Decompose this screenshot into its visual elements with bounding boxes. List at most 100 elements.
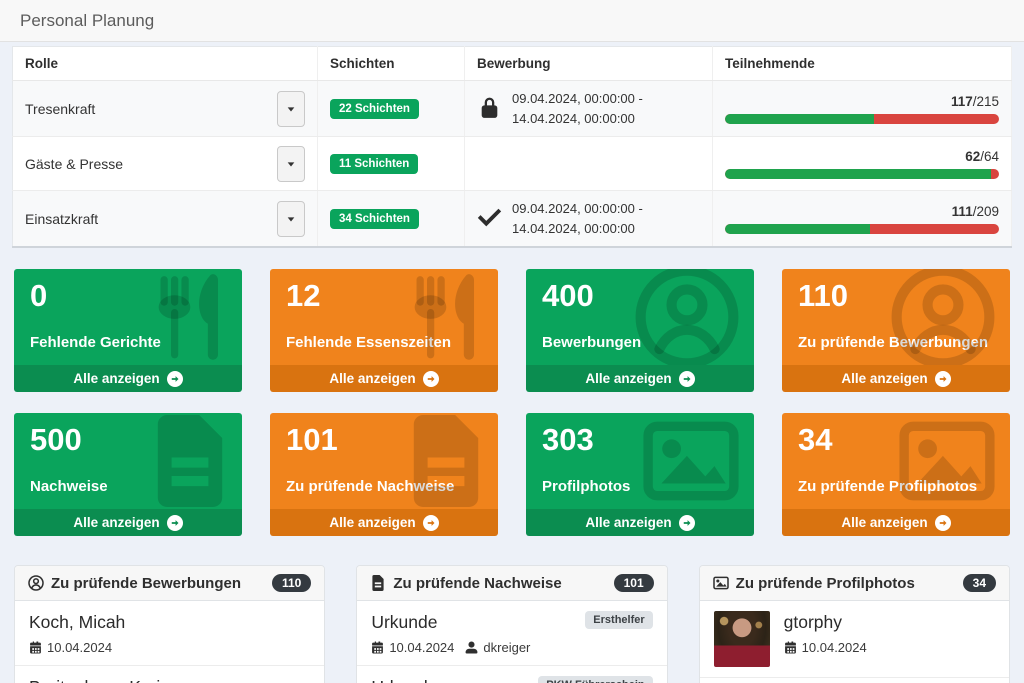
panel-list: Urkunde Ersthelfer 10.04.2024 dkreiger U…	[357, 601, 667, 683]
show-all-link[interactable]: Alle anzeigen	[14, 365, 242, 392]
stat-card-zu-pr-fende-bewerbungen: 110 Zu prüfende Bewerbungen Alle anzeige…	[782, 269, 1010, 392]
review-panel: Zu prüfende Bewerbungen 110 Koch, Micah …	[14, 565, 326, 683]
stat-card-body: 12 Fehlende Essenszeiten	[270, 269, 498, 365]
role-dropdown-button[interactable]	[277, 145, 305, 182]
stat-card-profilphotos: 303 Profilphotos Alle anzeigen	[526, 413, 754, 536]
show-all-label: Alle anzeigen	[329, 515, 416, 530]
show-all-link[interactable]: Alle anzeigen	[782, 509, 1010, 536]
item-meta: 10.04.2024	[784, 640, 995, 655]
panel-title: Zu prüfende Profilphotos	[735, 574, 915, 592]
list-item[interactable]: Koch, Micah 10.04.2024	[15, 601, 325, 666]
calendar-icon	[371, 641, 384, 654]
show-all-link[interactable]: Alle anzeigen	[14, 509, 242, 536]
user-circle-icon	[890, 269, 996, 365]
list-item[interactable]: Urkunde PKW Führerschein	[357, 666, 666, 683]
check-icon	[477, 206, 502, 231]
review-panel: Zu prüfende Profilphotos 34 gtorphy 10.0…	[698, 565, 1010, 683]
item-type-badge: Ersthelfer	[585, 611, 653, 629]
roles-table: Rolle Schichten Bewerbung Teilnehmende T…	[12, 46, 1012, 248]
participant-current: 111	[951, 203, 973, 219]
show-all-link[interactable]: Alle anzeigen	[270, 509, 498, 536]
panel-list: Koch, Micah 10.04.2024 Breitenberg, Kari…	[15, 601, 325, 683]
participant-progressbar	[725, 223, 999, 234]
show-all-link[interactable]: Alle anzeigen	[526, 365, 754, 392]
item-meta: 10.04.2024	[29, 640, 310, 655]
list-item[interactable]: alverta62	[700, 678, 1009, 683]
role-dropdown-button[interactable]	[277, 200, 305, 237]
show-all-label: Alle anzeigen	[73, 515, 160, 530]
main-content: Rolle Schichten Bewerbung Teilnehmende T…	[0, 42, 1024, 683]
image-icon	[642, 420, 740, 502]
show-all-link[interactable]: Alle anzeigen	[782, 365, 1010, 392]
stat-card-zu-pr-fende-nachweise: 101 Zu prüfende Nachweise Alle anzeigen	[270, 413, 498, 536]
item-date: 10.04.2024	[389, 639, 455, 655]
application-period: 09.04.2024, 00:00:00 - 14.04.2024, 00:00…	[477, 89, 700, 128]
stat-cards-grid: 0 Fehlende Gerichte Alle anzeigen 12 Feh…	[14, 269, 1010, 536]
participant-current: 62	[965, 148, 981, 164]
stat-card-body: 34 Zu prüfende Profilphotos	[782, 413, 1010, 509]
role-name: Einsatzkraft	[25, 210, 99, 227]
stat-card-body: 101 Zu prüfende Nachweise	[270, 413, 498, 509]
show-all-link[interactable]: Alle anzeigen	[270, 365, 498, 392]
progressbar-fill	[725, 113, 875, 124]
utensils-icon	[150, 274, 228, 360]
shift-count-badge: 11 Schichten	[330, 153, 419, 174]
show-all-label: Alle anzeigen	[585, 371, 672, 386]
arrow-circle-right-icon	[934, 370, 951, 387]
panel-title: Zu prüfende Bewerbungen	[51, 574, 242, 592]
panel-count-badge: 34	[962, 574, 996, 592]
show-all-link[interactable]: Alle anzeigen	[526, 509, 754, 536]
review-panels-row: Zu prüfende Bewerbungen 110 Koch, Micah …	[14, 565, 1010, 683]
item-meta: 10.04.2024 dkreiger	[371, 640, 652, 655]
progressbar-fill	[725, 223, 871, 234]
arrow-circle-right-icon	[422, 370, 439, 387]
shift-count-badge: 34 Schichten	[330, 208, 419, 229]
file-icon	[370, 575, 386, 591]
table-row: Gäste & Presse 11 Schichten 62/64	[12, 136, 1012, 191]
panel-title: Zu prüfende Nachweise	[393, 574, 562, 592]
panel-count-badge: 110	[271, 574, 312, 592]
panel-header: Zu prüfende Nachweise 101	[357, 566, 667, 601]
image-icon	[898, 420, 996, 502]
stat-card-fehlende-essenszeiten: 12 Fehlende Essenszeiten Alle anzeigen	[270, 269, 498, 392]
list-item[interactable]: gtorphy 10.04.2024	[699, 601, 1009, 678]
column-header-bewerbung: Bewerbung	[464, 46, 713, 81]
participant-total: /209	[972, 203, 999, 219]
application-dates: 09.04.2024, 00:00:00 - 14.04.2024, 00:00…	[512, 89, 643, 128]
participant-total: /215	[972, 93, 999, 109]
show-all-label: Alle anzeigen	[841, 515, 928, 530]
roles-table-body: Tresenkraft 22 Schichten 09.04.2024, 00:…	[12, 80, 1012, 248]
column-header-teilnehmende: Teilnehmende	[712, 46, 1012, 81]
item-date: 10.04.2024	[47, 639, 113, 655]
caret-down-icon	[286, 104, 296, 114]
show-all-label: Alle anzeigen	[329, 371, 416, 386]
item-type-badge: PKW Führerschein	[538, 675, 653, 683]
item-name: Urkunde	[371, 676, 437, 683]
stat-card-body: 110 Zu prüfende Bewerbungen	[782, 269, 1010, 365]
item-name: Koch, Micah	[29, 612, 126, 632]
avatar	[713, 611, 770, 667]
panel-count-badge: 101	[613, 574, 654, 592]
arrow-circle-right-icon	[678, 370, 695, 387]
role-dropdown-button[interactable]	[277, 90, 305, 127]
stat-card-body: 500 Nachweise	[14, 413, 242, 509]
utensils-icon	[406, 274, 484, 360]
date-line-1: 09.04.2024, 00:00:00 -	[512, 201, 643, 216]
review-panel: Zu prüfende Nachweise 101 Urkunde Ersthe…	[356, 565, 668, 683]
file-icon	[408, 415, 484, 507]
participant-count: 117/215	[725, 94, 999, 109]
user-circle-icon	[28, 575, 44, 591]
top-bar: Personal Planung	[0, 0, 1024, 42]
role-name: Tresenkraft	[25, 100, 96, 117]
stat-card-body: 303 Profilphotos	[526, 413, 754, 509]
list-item[interactable]: Urkunde Ersthelfer 10.04.2024 dkreiger	[357, 601, 667, 666]
arrow-circle-right-icon	[678, 514, 695, 531]
panel-list: gtorphy 10.04.2024 alverta62	[699, 601, 1009, 683]
application-period: 09.04.2024, 00:00:00 - 14.04.2024, 00:00…	[477, 199, 700, 238]
item-name: Urkunde	[371, 612, 438, 632]
show-all-label: Alle anzeigen	[73, 371, 160, 386]
user-circle-icon	[634, 269, 740, 365]
participant-total: /64	[980, 148, 999, 164]
list-item[interactable]: Breitenberg, Karina	[15, 666, 324, 683]
file-icon	[152, 415, 228, 507]
